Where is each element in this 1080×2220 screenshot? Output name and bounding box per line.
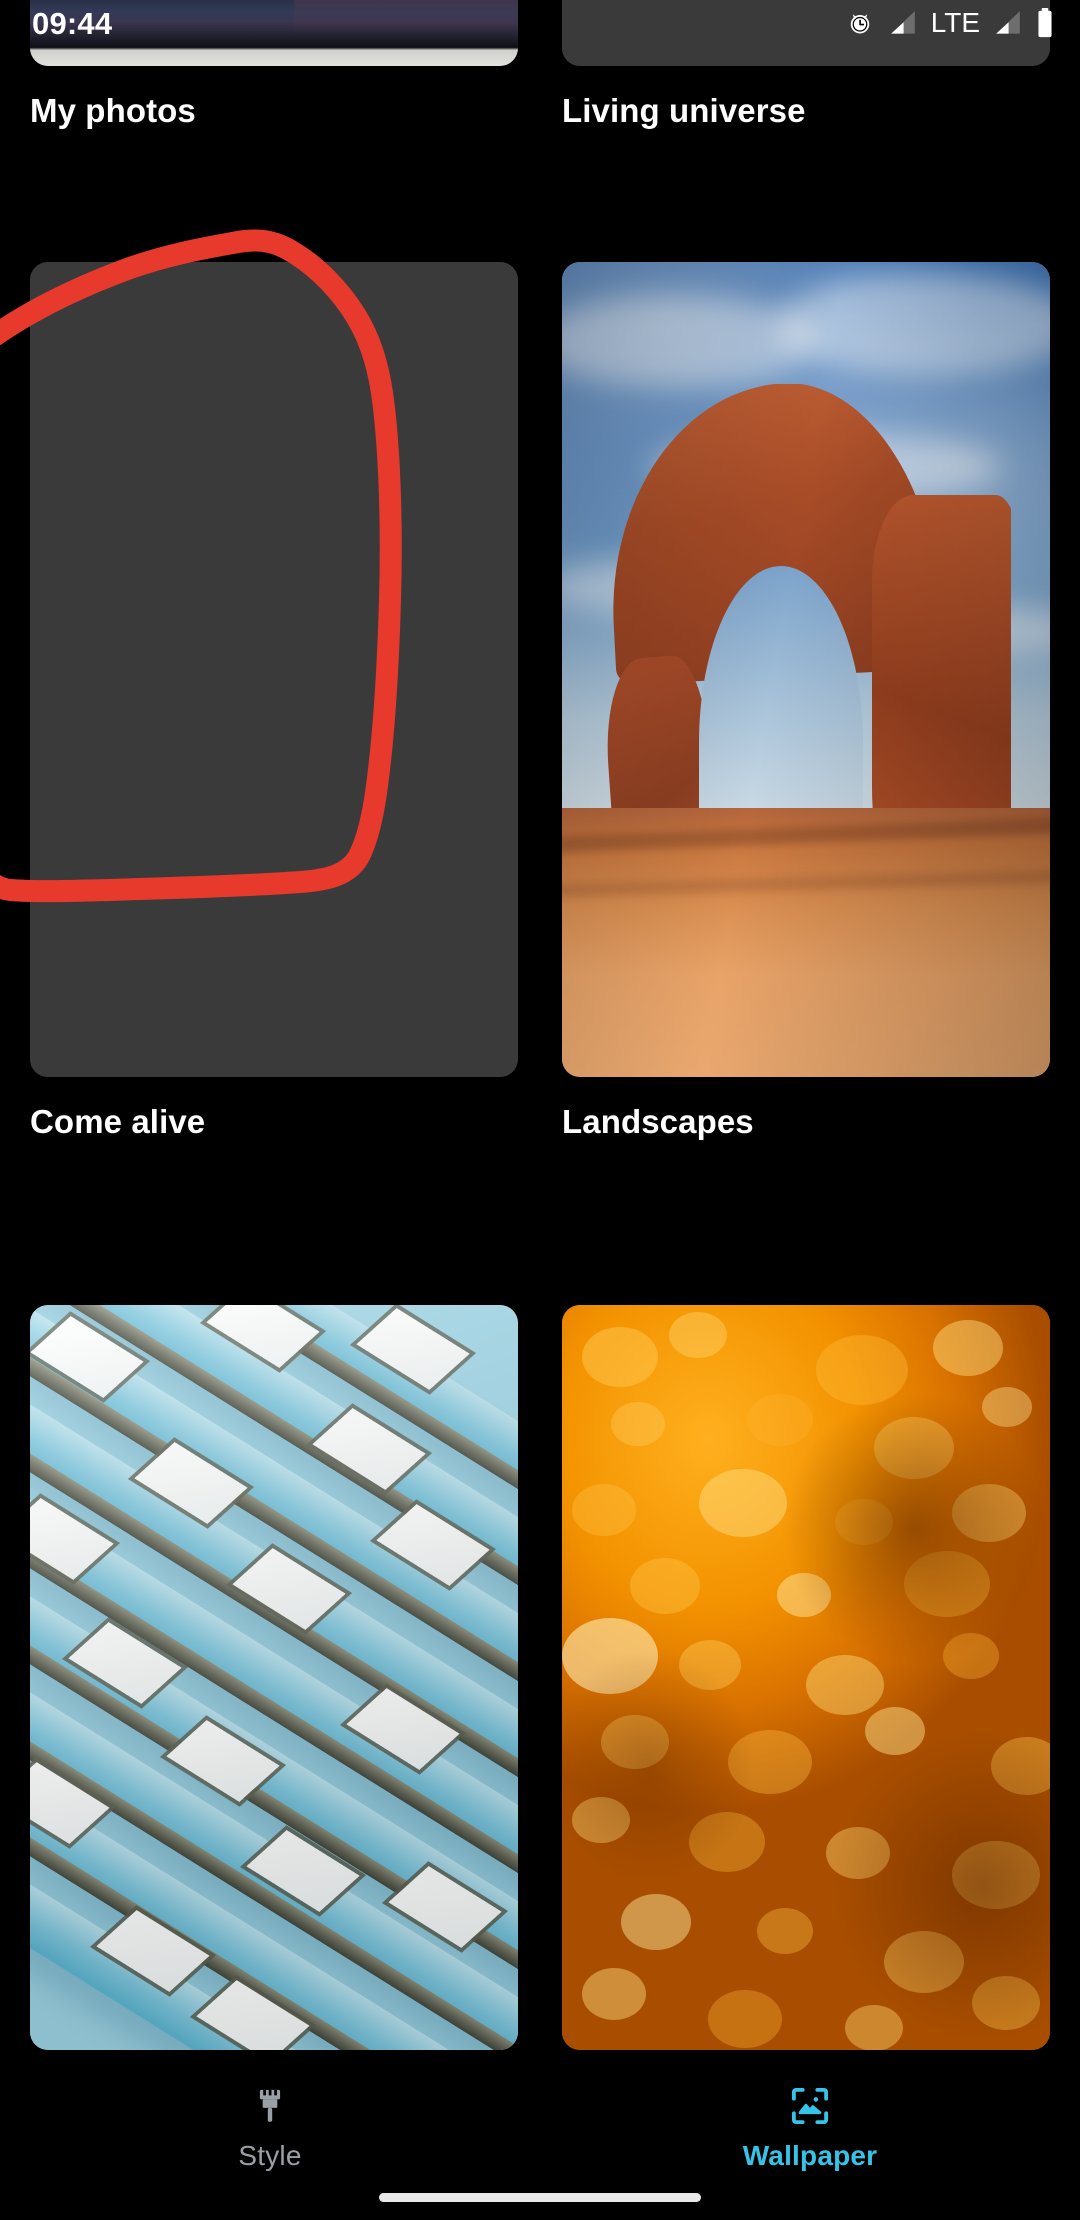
- desert-arch-photo: [562, 262, 1050, 1077]
- battery-icon: [1038, 8, 1052, 38]
- wallpaper-thumbnail[interactable]: [562, 262, 1050, 1077]
- signal-icon: [996, 11, 1020, 34]
- status-bar-clock: 09:44: [32, 5, 113, 41]
- wallpaper-card-landscapes[interactable]: Landscapes: [562, 262, 1050, 1141]
- photo-frame-icon: [791, 2087, 829, 2125]
- phone-screen: 09:44 LTE My photos Living universe Come…: [0, 0, 1080, 2220]
- wallpaper-thumbnail[interactable]: [30, 262, 518, 1077]
- wallpaper-card-label: My photos: [30, 92, 196, 129]
- nav-tab-label: Style: [238, 2140, 302, 2171]
- status-bar: 09:44 LTE: [0, 0, 1080, 46]
- blue-glass-architecture-photo: [30, 1305, 518, 2050]
- placeholder: [30, 262, 518, 1077]
- wallpaper-card-bokeh[interactable]: [562, 1305, 1050, 2076]
- lte-label: LTE: [930, 7, 980, 38]
- home-gesture-bar[interactable]: [379, 2193, 701, 2202]
- alarm-icon: [850, 14, 869, 34]
- wallpaper-card-label: Come alive: [30, 1103, 206, 1140]
- paint-brush-icon: [259, 2089, 281, 2122]
- wallpaper-card-label: Landscapes: [562, 1103, 754, 1140]
- wallpaper-thumbnail[interactable]: [562, 1305, 1050, 2050]
- orange-bokeh-lights-photo: [562, 1305, 1050, 2050]
- wallpaper-card-glass[interactable]: [30, 1305, 518, 2076]
- nav-tab-label: Wallpaper: [742, 2140, 878, 2171]
- wallpaper-grid-scroll[interactable]: My photos Living universe Come alive Lan…: [0, 0, 1080, 2060]
- status-bar-icons: LTE: [845, 8, 1054, 38]
- photo-shading: [562, 262, 1050, 1077]
- wallpaper-card-label: Living universe: [562, 92, 806, 129]
- wallpaper-thumbnail[interactable]: [30, 1305, 518, 2050]
- signal-icon: [890, 11, 915, 34]
- wallpaper-card-come-alive[interactable]: Come alive: [30, 262, 518, 1141]
